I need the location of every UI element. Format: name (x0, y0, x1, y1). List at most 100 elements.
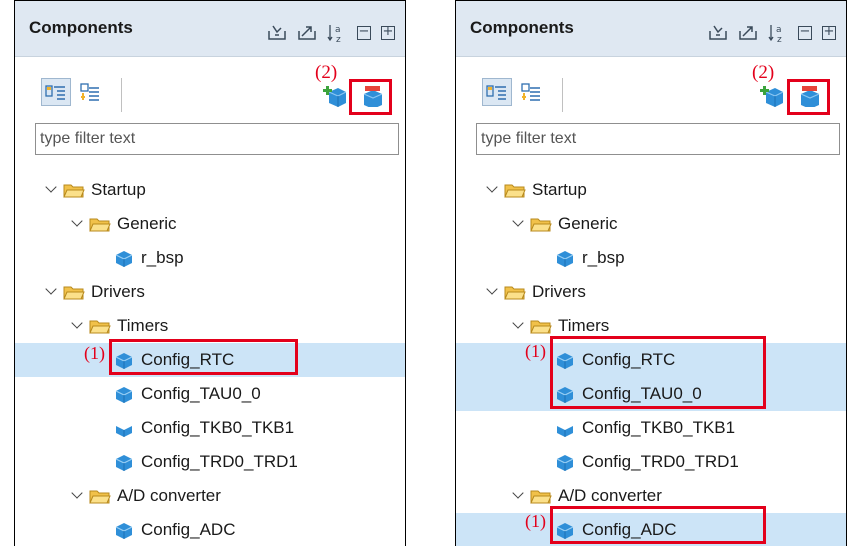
selection-highlight-box (550, 506, 766, 544)
component-icon (554, 249, 574, 267)
tree-item-label: Startup (91, 180, 146, 199)
tree-component-item[interactable]: Config_TRD0_TRD1 (456, 445, 846, 479)
expand-all-icon[interactable]: + (822, 25, 836, 40)
tree-item-label: r_bsp (582, 248, 625, 267)
chevron-down-icon[interactable] (486, 285, 500, 299)
add-component-icon[interactable] (321, 83, 347, 107)
annotation-remove-label: (2) (315, 62, 338, 83)
folder-open-icon (530, 216, 552, 232)
tree-item-label: A/D converter (117, 486, 221, 505)
tree-item-label: Config_TRD0_TRD1 (141, 452, 298, 471)
tree-folder-item[interactable]: Drivers (15, 275, 405, 309)
tree-item-label: A/D converter (558, 486, 662, 505)
tree-component-item[interactable]: Config_ADC (15, 513, 405, 546)
svg-text:z: z (777, 35, 782, 43)
tree-folder-item[interactable]: Generic (15, 207, 405, 241)
tree-component-item[interactable]: Config_TAU0_0 (15, 377, 405, 411)
chevron-down-icon[interactable] (486, 183, 500, 197)
components-panel-left: Components az − + (2) type filter text S… (14, 0, 406, 546)
tree-item-label: Timers (117, 316, 169, 335)
chevron-down-icon[interactable] (512, 217, 526, 231)
panel-toolbar: (2) (456, 56, 846, 118)
tree-folder-item[interactable]: Startup (15, 173, 405, 207)
chevron-down-icon[interactable] (45, 183, 59, 197)
tree-item-label: Config_TAU0_0 (141, 384, 261, 403)
sort-az-icon[interactable]: az (327, 23, 347, 45)
tree-folder-item[interactable]: A/D converter (15, 479, 405, 513)
tree-item-label: Generic (117, 214, 177, 233)
folder-open-icon (89, 488, 111, 504)
import-icon[interactable] (708, 23, 728, 43)
collapse-all-icon[interactable]: − (798, 25, 812, 40)
component-icon (554, 419, 574, 437)
toolbar-separator (562, 78, 563, 112)
add-component-icon[interactable] (758, 83, 784, 107)
chevron-down-icon[interactable] (512, 319, 526, 333)
tree-item-label: Generic (558, 214, 618, 233)
tree-component-item[interactable]: Config_TKB0_TKB1 (15, 411, 405, 445)
component-icon (554, 453, 574, 471)
import-icon[interactable] (267, 23, 287, 43)
folder-open-icon (63, 284, 85, 300)
remove-highlight-box (349, 79, 392, 115)
tree-folder-item[interactable]: Drivers (456, 275, 846, 309)
annotation-select-label: (1) (525, 511, 546, 531)
remove-highlight-box (787, 79, 830, 115)
folder-open-icon (63, 182, 85, 198)
tree-item-label: Drivers (91, 282, 145, 301)
hardware-view-icon[interactable] (75, 78, 105, 106)
chevron-down-icon[interactable] (512, 489, 526, 503)
chevron-down-icon[interactable] (71, 217, 85, 231)
tree-item-label: r_bsp (141, 248, 184, 267)
collapse-all-icon[interactable]: − (357, 25, 371, 40)
tree-item-label: Config_TKB0_TKB1 (141, 418, 295, 437)
filter-input[interactable]: type filter text (476, 123, 840, 155)
folder-open-icon (530, 488, 552, 504)
panel-title: Components (470, 18, 574, 37)
tree-component-item[interactable]: r_bsp (15, 241, 405, 275)
export-icon[interactable] (297, 23, 317, 43)
tree-folder-item[interactable]: Generic (456, 207, 846, 241)
toolbar-separator (121, 78, 122, 112)
folder-open-icon (530, 318, 552, 334)
selection-highlight-box (550, 336, 766, 409)
panel-header: Components az − + (15, 1, 405, 57)
svg-text:z: z (336, 35, 341, 43)
hardware-view-icon[interactable] (516, 78, 546, 106)
svg-text:a: a (776, 25, 782, 35)
expand-all-icon[interactable]: + (381, 25, 395, 40)
chevron-down-icon[interactable] (71, 489, 85, 503)
annotation-select-label: (1) (525, 341, 546, 361)
tree-component-item[interactable]: r_bsp (456, 241, 846, 275)
component-icon (113, 453, 133, 471)
chevron-down-icon[interactable] (71, 319, 85, 333)
svg-text:a: a (335, 25, 341, 35)
panel-toolbar: (2) (15, 56, 405, 118)
folder-open-icon (89, 318, 111, 334)
component-icon (113, 249, 133, 267)
tree-item-label: Config_ADC (141, 520, 236, 539)
folder-open-icon (504, 182, 526, 198)
tree-item-label: Startup (532, 180, 587, 199)
filter-input[interactable]: type filter text (35, 123, 399, 155)
folder-open-icon (504, 284, 526, 300)
panel-title: Components (29, 18, 133, 37)
tree-item-label: Drivers (532, 282, 586, 301)
tree-item-label: Config_TRD0_TRD1 (582, 452, 739, 471)
tree-component-item[interactable]: Config_TRD0_TRD1 (15, 445, 405, 479)
component-icon (113, 385, 133, 403)
tree-folder-item[interactable]: Timers (15, 309, 405, 343)
selection-highlight-box (109, 339, 298, 375)
component-view-icon[interactable] (41, 78, 71, 106)
folder-open-icon (89, 216, 111, 232)
component-view-icon[interactable] (482, 78, 512, 106)
tree-component-item[interactable]: Config_TKB0_TKB1 (456, 411, 846, 445)
panel-header: Components az − + (456, 1, 846, 57)
export-icon[interactable] (738, 23, 758, 43)
annotation-remove-label: (2) (752, 62, 775, 83)
tree-folder-item[interactable]: Startup (456, 173, 846, 207)
chevron-down-icon[interactable] (45, 285, 59, 299)
components-panel-right: Components az − + (2) type filter text S… (455, 0, 847, 546)
tree-item-label: Config_TKB0_TKB1 (582, 418, 736, 437)
sort-az-icon[interactable]: az (768, 23, 788, 45)
